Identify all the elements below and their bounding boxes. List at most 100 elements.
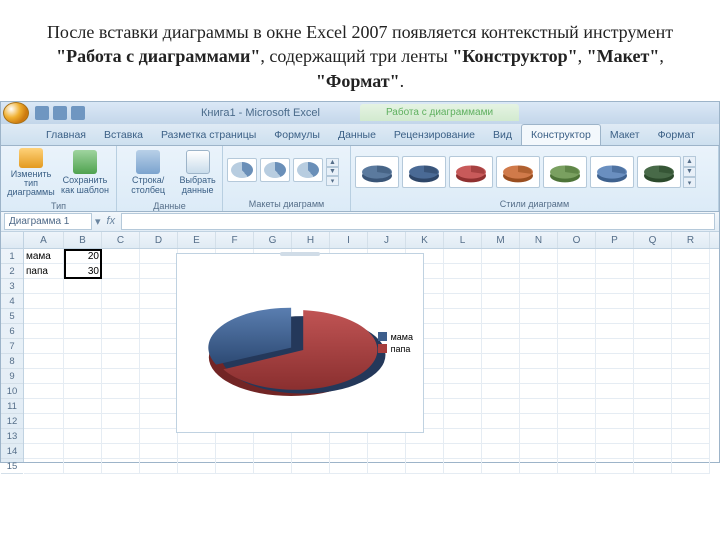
- gallery-more-icon[interactable]: ▾: [326, 176, 339, 186]
- column-header[interactable]: D: [140, 232, 178, 248]
- cell[interactable]: [558, 429, 596, 444]
- cell[interactable]: [64, 354, 102, 369]
- cell[interactable]: [444, 444, 482, 459]
- cell[interactable]: [520, 324, 558, 339]
- cell[interactable]: [64, 339, 102, 354]
- cell[interactable]: [558, 294, 596, 309]
- cell[interactable]: [444, 279, 482, 294]
- cell[interactable]: [24, 399, 64, 414]
- cell[interactable]: [444, 294, 482, 309]
- style-thumb[interactable]: [590, 156, 634, 188]
- cell[interactable]: [64, 459, 102, 474]
- cell[interactable]: [140, 249, 178, 264]
- column-header[interactable]: A: [24, 232, 64, 248]
- layout-thumb[interactable]: [260, 158, 290, 182]
- cell[interactable]: [24, 294, 64, 309]
- cell[interactable]: [558, 339, 596, 354]
- cell[interactable]: [330, 459, 368, 474]
- row-header[interactable]: 10: [1, 384, 23, 399]
- cell[interactable]: [482, 369, 520, 384]
- cell[interactable]: [64, 279, 102, 294]
- cell[interactable]: [672, 309, 710, 324]
- cell[interactable]: [140, 444, 178, 459]
- cell[interactable]: [216, 459, 254, 474]
- cell[interactable]: [140, 429, 178, 444]
- row-header[interactable]: 8: [1, 354, 23, 369]
- cell[interactable]: [634, 444, 672, 459]
- column-header[interactable]: P: [596, 232, 634, 248]
- cell[interactable]: [64, 384, 102, 399]
- cell[interactable]: [444, 414, 482, 429]
- cell[interactable]: [482, 264, 520, 279]
- gallery-up-icon[interactable]: ▲: [326, 158, 339, 167]
- cell[interactable]: [64, 369, 102, 384]
- cell[interactable]: [140, 414, 178, 429]
- cell[interactable]: 30: [64, 264, 102, 279]
- row-header[interactable]: 7: [1, 339, 23, 354]
- cell[interactable]: [482, 429, 520, 444]
- cell[interactable]: [368, 459, 406, 474]
- cell[interactable]: [672, 264, 710, 279]
- cell[interactable]: [520, 279, 558, 294]
- tab-Формат[interactable]: Формат: [649, 125, 704, 145]
- cell[interactable]: [672, 369, 710, 384]
- cell[interactable]: [520, 384, 558, 399]
- cell[interactable]: [444, 384, 482, 399]
- cell[interactable]: [520, 294, 558, 309]
- cell[interactable]: [64, 429, 102, 444]
- cell[interactable]: [140, 369, 178, 384]
- cell[interactable]: [140, 324, 178, 339]
- cell[interactable]: [24, 354, 64, 369]
- name-box[interactable]: [4, 213, 92, 230]
- cell[interactable]: [672, 339, 710, 354]
- cell[interactable]: [520, 429, 558, 444]
- cell[interactable]: [520, 399, 558, 414]
- cell[interactable]: [406, 444, 444, 459]
- fx-icon[interactable]: fx: [101, 215, 122, 227]
- embedded-chart[interactable]: мама папа: [176, 253, 424, 433]
- chart-legend[interactable]: мама папа: [378, 330, 413, 356]
- gallery-up-icon[interactable]: ▲: [683, 156, 696, 167]
- cell[interactable]: [102, 459, 140, 474]
- cell[interactable]: [482, 294, 520, 309]
- cell[interactable]: [596, 459, 634, 474]
- cell[interactable]: [482, 354, 520, 369]
- cell[interactable]: [634, 384, 672, 399]
- cell[interactable]: [406, 459, 444, 474]
- row-header[interactable]: 9: [1, 369, 23, 384]
- cell[interactable]: [558, 309, 596, 324]
- cell[interactable]: [64, 324, 102, 339]
- cell[interactable]: [292, 444, 330, 459]
- cell[interactable]: [24, 309, 64, 324]
- row-header[interactable]: 12: [1, 414, 23, 429]
- cell[interactable]: [24, 279, 64, 294]
- cell[interactable]: [292, 459, 330, 474]
- tab-Рецензирование[interactable]: Рецензирование: [385, 125, 484, 145]
- cell[interactable]: [482, 279, 520, 294]
- cell[interactable]: [24, 444, 64, 459]
- cell[interactable]: [102, 309, 140, 324]
- cell[interactable]: [444, 399, 482, 414]
- row-header[interactable]: 14: [1, 444, 23, 459]
- column-header[interactable]: N: [520, 232, 558, 248]
- cell[interactable]: [444, 429, 482, 444]
- cell[interactable]: [102, 279, 140, 294]
- column-header[interactable]: R: [672, 232, 710, 248]
- cell[interactable]: [520, 369, 558, 384]
- cell[interactable]: [102, 294, 140, 309]
- cell[interactable]: [672, 399, 710, 414]
- cell[interactable]: [444, 354, 482, 369]
- row-header[interactable]: 6: [1, 324, 23, 339]
- cell[interactable]: [558, 369, 596, 384]
- cell[interactable]: [596, 264, 634, 279]
- cell[interactable]: [102, 384, 140, 399]
- cell[interactable]: [102, 414, 140, 429]
- cell[interactable]: [482, 309, 520, 324]
- cell[interactable]: [482, 339, 520, 354]
- cell[interactable]: [596, 324, 634, 339]
- cell[interactable]: [672, 249, 710, 264]
- column-header[interactable]: M: [482, 232, 520, 248]
- cell[interactable]: [178, 444, 216, 459]
- column-header[interactable]: C: [102, 232, 140, 248]
- cell[interactable]: [140, 399, 178, 414]
